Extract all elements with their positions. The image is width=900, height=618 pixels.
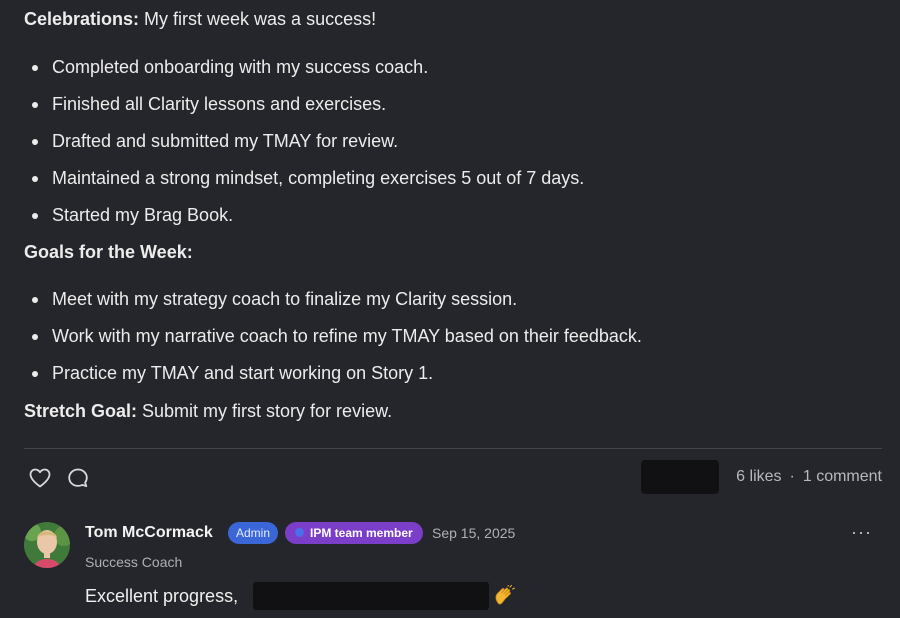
clapping-hands-icon xyxy=(493,584,515,607)
heart-icon[interactable] xyxy=(28,466,52,490)
goals-heading: Goals for the Week: xyxy=(24,242,193,262)
team-member-badge: IPM team member xyxy=(285,522,423,544)
celebrations-label: Celebrations: xyxy=(24,9,140,29)
comment-text: Excellent progress, xyxy=(85,586,239,606)
goals-list: Meet with my strategy coach to finalize … xyxy=(24,287,642,398)
celebrations-intro: My first week was a success! xyxy=(139,9,377,29)
team-member-badge-label: IPM team member xyxy=(310,526,413,540)
stretch-goal-label: Stretch Goal: xyxy=(24,401,138,421)
stats-separator: · xyxy=(789,468,795,485)
celebrations-paragraph: Celebrations: My first week was a succes… xyxy=(24,7,376,31)
more-options-icon[interactable]: ··· xyxy=(851,522,872,542)
engagement-stats: 6 likes · 1 comment xyxy=(736,467,882,487)
comments-count-link[interactable]: 1 comment xyxy=(803,468,882,485)
stretch-goal-text: Submit my first story for review. xyxy=(137,401,393,421)
post-actions-bar: 6 likes · 1 comment xyxy=(24,460,882,494)
avatar[interactable] xyxy=(24,522,70,568)
list-item: Maintained a strong mindset, completing … xyxy=(24,166,584,203)
list-item: Work with my narrative coach to refine m… xyxy=(24,324,642,361)
admin-badge: Admin xyxy=(228,522,279,544)
comment: Tom McCormack Admin IPM team member Sep … xyxy=(24,520,882,618)
list-item: Drafted and submitted my TMAY for review… xyxy=(24,129,584,166)
comment-author-role: Success Coach xyxy=(85,554,183,570)
stretch-goal-paragraph: Stretch Goal: Submit my first story for … xyxy=(24,399,392,423)
liker-avatars-redacted xyxy=(641,460,719,494)
team-icon xyxy=(295,528,304,537)
list-item: Completed onboarding with my success coa… xyxy=(24,55,584,92)
comment-date: Sep 15, 2025 xyxy=(432,525,516,541)
divider xyxy=(24,448,882,449)
celebrations-list: Completed onboarding with my success coa… xyxy=(24,55,584,240)
list-item: Meet with my strategy coach to finalize … xyxy=(24,287,642,324)
redacted-name xyxy=(253,582,489,610)
likes-count-link[interactable]: 6 likes xyxy=(736,468,781,485)
list-item: Started my Brag Book. xyxy=(24,203,584,240)
list-item: Finished all Clarity lessons and exercis… xyxy=(24,92,584,129)
list-item: Practice my TMAY and start working on St… xyxy=(24,361,642,398)
comment-bubble-icon[interactable] xyxy=(66,466,90,490)
comment-author-name[interactable]: Tom McCormack xyxy=(85,522,213,544)
